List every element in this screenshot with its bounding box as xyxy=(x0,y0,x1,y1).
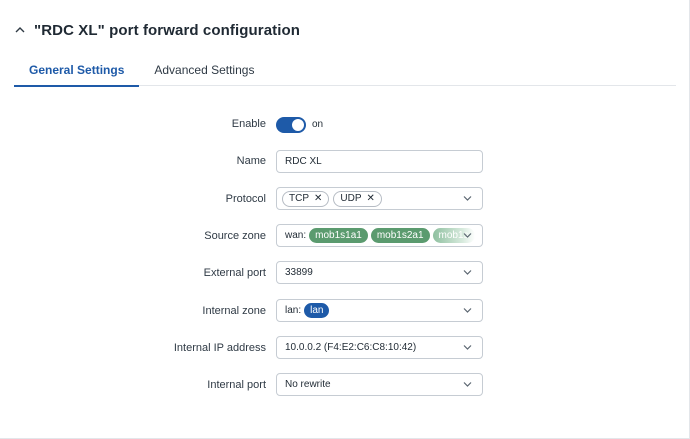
chevron-down-icon xyxy=(463,382,472,387)
chip-label: TCP xyxy=(289,193,309,204)
chevron-down-icon xyxy=(463,196,472,201)
zone-chip-mob1s2a1: mob1s2a1 xyxy=(370,228,430,243)
section-header[interactable]: "RDC XL" port forward configuration xyxy=(14,18,300,42)
tab-advanced-settings[interactable]: Advanced Settings xyxy=(139,56,269,86)
toggle-knob xyxy=(292,118,304,131)
chevron-down-icon xyxy=(463,233,472,238)
zone-prefix: lan: xyxy=(285,305,302,316)
external-port-label: External port xyxy=(203,267,266,279)
enable-toggle[interactable] xyxy=(276,116,306,133)
external-port-value: 33899 xyxy=(285,267,313,278)
internal-ip-row: Internal IP address 10.0.0.2 (F4:E2:C6:C… xyxy=(0,336,690,360)
protocol-row: Protocol TCP ✕ UDP ✕ xyxy=(0,187,690,211)
internal-ip-value: 10.0.0.2 (F4:E2:C6:C8:10:42) xyxy=(285,342,417,353)
enable-label: Enable xyxy=(231,118,266,130)
close-icon[interactable]: ✕ xyxy=(314,193,322,204)
chevron-up-icon[interactable] xyxy=(14,24,26,36)
internal-zone-label: Internal zone xyxy=(202,305,266,317)
zone-chip-mob1s1a1: mob1s1a1 xyxy=(309,228,368,243)
tab-general-settings[interactable]: General Settings xyxy=(14,56,140,87)
name-input[interactable]: RDC XL xyxy=(276,150,483,173)
protocol-chip-tcp: TCP ✕ xyxy=(282,190,330,207)
external-port-select[interactable]: 33899 xyxy=(276,261,483,284)
source-zone-row: Source zone wan: mob1s1a1 mob1s2a1 mob1s xyxy=(0,224,690,248)
protocol-chip-udp: UDP ✕ xyxy=(333,190,382,207)
zone-prefix: wan: xyxy=(285,230,307,241)
external-port-row: External port 33899 xyxy=(0,261,690,285)
internal-ip-select[interactable]: 10.0.0.2 (F4:E2:C6:C8:10:42) xyxy=(276,336,483,359)
chip-label: UDP xyxy=(340,193,362,204)
enable-row: Enable on xyxy=(0,112,690,136)
internal-port-row: Internal port No rewrite xyxy=(0,373,690,397)
protocol-label: Protocol xyxy=(225,193,266,205)
name-row: Name RDC XL xyxy=(0,149,690,173)
internal-port-select[interactable]: No rewrite xyxy=(276,373,483,396)
name-label: Name xyxy=(236,155,266,167)
source-zone-select[interactable]: wan: mob1s1a1 mob1s2a1 mob1s xyxy=(276,224,483,247)
close-icon[interactable]: ✕ xyxy=(367,193,375,204)
internal-port-value: No rewrite xyxy=(285,379,331,390)
enable-state-text: on xyxy=(312,119,324,131)
internal-ip-label: Internal IP address xyxy=(173,342,266,354)
source-zone-label: Source zone xyxy=(204,230,266,242)
page-title: "RDC XL" port forward configuration xyxy=(34,21,301,39)
chevron-down-icon xyxy=(463,345,472,350)
zone-chip-lan: lan xyxy=(304,303,330,318)
chevron-down-icon xyxy=(463,308,472,313)
chevron-down-icon xyxy=(463,270,472,275)
internal-zone-row: Internal zone lan: lan xyxy=(0,299,690,323)
protocol-select[interactable]: TCP ✕ UDP ✕ xyxy=(276,187,483,210)
tab-bar: General Settings Advanced Settings xyxy=(14,56,676,87)
internal-port-label: Internal port xyxy=(207,379,266,391)
internal-zone-select[interactable]: lan: lan xyxy=(276,299,483,322)
